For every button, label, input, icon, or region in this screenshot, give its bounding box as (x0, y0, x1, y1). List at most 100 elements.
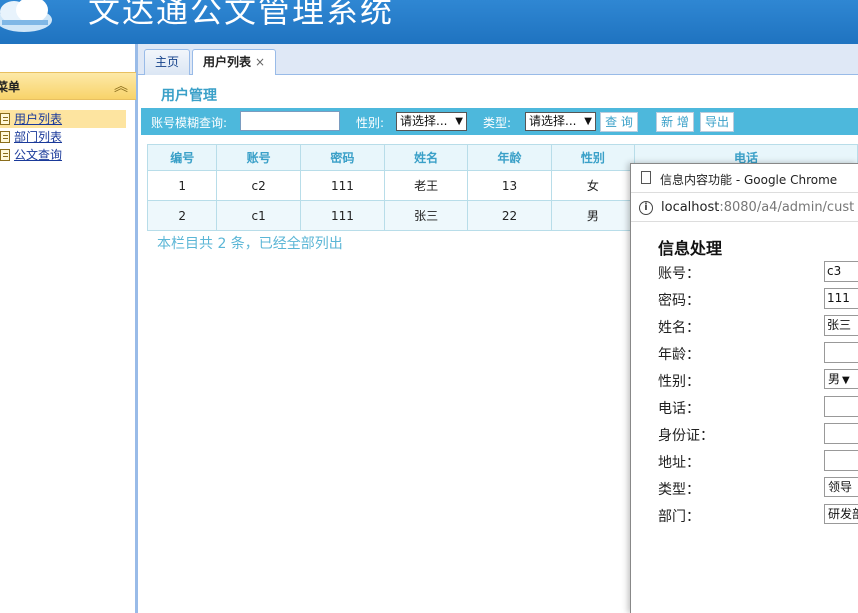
gender-field-value: 男 (828, 372, 841, 386)
form-row-phone: 电话： (658, 396, 858, 418)
type-select[interactable]: 请选择... ▼ (525, 112, 596, 131)
app-header: 文达通公文管理系统 (0, 0, 858, 44)
table-cell: 男 (550, 200, 636, 231)
address-label: 地址： (658, 455, 700, 471)
name-label: 姓名： (658, 320, 700, 336)
password-label: 密码： (658, 293, 700, 309)
table-cell: 2 (146, 200, 218, 231)
menu-item-department-list[interactable]: 部门列表 (0, 128, 136, 146)
table-cell: c2 (216, 170, 301, 201)
popup-address-bar[interactable]: i localhost:8080/a4/admin/cust (631, 194, 858, 222)
department-field-value: 研发部 (828, 507, 858, 521)
menu-list: 用户列表 部门列表 公文查询 (0, 110, 136, 164)
table-cell: 1 (146, 170, 218, 201)
gender-select-value: 请选择... (400, 114, 448, 128)
menu-item-label[interactable]: 用户列表 (14, 112, 62, 126)
form-title: 信息处理 (658, 239, 723, 258)
account-search-input[interactable] (240, 111, 340, 131)
account-label: 账号： (658, 266, 700, 282)
tab-bar: 主页 用户列表 × (138, 44, 858, 76)
table-cell: 111 (299, 200, 385, 231)
table-cell: 张三 (383, 200, 469, 231)
form-row-name: 姓名： 张三 (658, 315, 858, 337)
menu-item-user-list[interactable]: 用户列表 (0, 110, 126, 128)
search-toolbar: 账号模糊查询: 性别: 请选择... ▼ 类型: 请选择... ▼ 查 询 新 增 … (141, 108, 858, 135)
type-label: 类型： (658, 482, 700, 498)
type-field-select[interactable]: 领导 (824, 477, 858, 497)
table-cell: c1 (216, 200, 301, 231)
collapse-icon[interactable]: ︽ (114, 76, 128, 96)
column-header: 账号 (216, 144, 301, 171)
column-header: 编号 (146, 144, 218, 171)
tab-label: 用户列表 (203, 55, 252, 69)
phone-label: 电话： (658, 401, 700, 417)
popup-window-title: 信息内容功能 - Google Chrome (660, 173, 838, 187)
tab-home[interactable]: 主页 (144, 49, 191, 75)
age-label: 年龄： (658, 347, 700, 363)
chevron-down-icon: ▼ (455, 116, 463, 127)
form-row-id-card: 身份证： (658, 423, 858, 445)
form-row-gender: 性别： 男 ▼ (658, 369, 858, 391)
close-icon[interactable]: × (255, 55, 265, 69)
password-field[interactable]: 111 (824, 288, 858, 309)
gender-select[interactable]: 请选择... ▼ (396, 112, 467, 131)
type-label: 类型: (483, 116, 512, 130)
left-menu: 菜单 ︽ 用户列表 部门列表 公文查询 (0, 44, 138, 613)
url-host: localhost (661, 200, 720, 215)
popup-window: 信息内容功能 - Google Chrome i localhost:8080/… (630, 163, 858, 613)
table-cell: 女 (550, 170, 636, 201)
record-count-note: 本栏目共 2 条，已经全部列出 (157, 236, 343, 252)
system-title: 文达通公文管理系统 (88, 0, 395, 30)
table-cell: 22 (467, 200, 552, 231)
form-row-password: 密码： 111 (658, 288, 858, 310)
account-field[interactable]: c3 (824, 261, 858, 282)
form-row-account: 账号： c3 (658, 261, 858, 283)
menu-item-label[interactable]: 公文查询 (14, 148, 62, 162)
table-cell: 老王 (383, 170, 469, 201)
name-field[interactable]: 张三 (824, 315, 858, 336)
menu-header: 菜单 ︽ (0, 72, 136, 100)
form-row-address: 地址： (658, 450, 858, 472)
type-select-value: 请选择... (529, 114, 577, 128)
popup-titlebar[interactable]: 信息内容功能 - Google Chrome (631, 164, 858, 193)
phone-field[interactable] (824, 396, 858, 417)
document-icon (0, 113, 10, 125)
id-card-label: 身份证： (658, 428, 714, 444)
gender-field-select[interactable]: 男 ▼ (824, 369, 858, 389)
page-icon (641, 171, 651, 184)
column-header: 性别 (550, 144, 636, 171)
url-path: :8080/a4/admin/cust (719, 200, 855, 215)
form-row-age: 年龄： (658, 342, 858, 364)
account-search-label: 账号模糊查询: (151, 116, 228, 130)
section-title: 用户管理 (161, 88, 217, 104)
chevron-down-icon: ▼ (842, 375, 850, 386)
table-cell: 13 (467, 170, 552, 201)
query-button[interactable]: 查 询 (600, 112, 638, 132)
address-field[interactable] (824, 450, 858, 471)
gender-label: 性别： (658, 374, 700, 390)
chevron-down-icon: ▼ (584, 116, 592, 127)
age-field[interactable] (824, 342, 858, 363)
column-header: 姓名 (383, 144, 469, 171)
column-header: 年龄 (467, 144, 552, 171)
popup-url[interactable]: localhost:8080/a4/admin/cust (661, 200, 854, 215)
department-label: 部门： (658, 509, 700, 525)
column-header: 密码 (299, 144, 385, 171)
form-row-department: 部门： 研发部 (658, 504, 858, 526)
export-button[interactable]: 导出 (700, 112, 734, 132)
tab-label: 主页 (155, 55, 180, 69)
menu-item-label[interactable]: 部门列表 (14, 130, 62, 144)
type-field-value: 领导 (828, 480, 853, 494)
cloud-logo-icon (0, 0, 52, 32)
tab-user-list[interactable]: 用户列表 × (192, 49, 277, 76)
form-row-type: 类型： 领导 (658, 477, 858, 499)
info-icon[interactable]: i (639, 201, 653, 215)
id-card-field[interactable] (824, 423, 858, 444)
document-icon (0, 149, 10, 161)
menu-header-label: 菜单 (0, 80, 21, 94)
department-field-select[interactable]: 研发部 (824, 504, 858, 524)
table-cell: 111 (299, 170, 385, 201)
menu-item-document-query[interactable]: 公文查询 (0, 146, 136, 164)
document-icon (0, 131, 10, 143)
add-button[interactable]: 新 增 (656, 112, 694, 132)
